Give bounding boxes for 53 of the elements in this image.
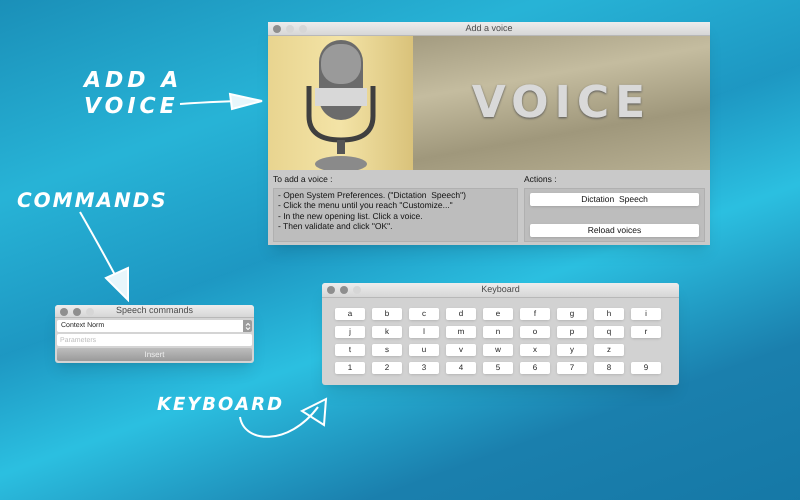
key-button[interactable]: w [483, 344, 513, 356]
instruction-text: - In the new opening list. Click a voice. [278, 210, 424, 222]
key-button[interactable]: d [446, 308, 476, 320]
handwritten-label: ADD A [84, 68, 182, 94]
key-button[interactable]: q [594, 326, 624, 338]
key-button[interactable]: 1 [335, 362, 365, 374]
key-button[interactable]: 8 [594, 362, 624, 374]
key-button[interactable]: g [557, 308, 587, 320]
key-button[interactable]: n [483, 326, 513, 338]
key-button[interactable]: b [372, 308, 402, 320]
instruction-text: - Click the menu until you reach "Customize..." [278, 200, 454, 211]
key-button[interactable]: 6 [520, 362, 550, 374]
key-button[interactable]: c [409, 308, 439, 320]
key-button[interactable]: i [631, 308, 661, 320]
banner-title: VOICE [472, 76, 652, 130]
key-button[interactable]: o [520, 326, 550, 338]
key-button[interactable]: v [446, 344, 476, 356]
window-title: Speech commands [116, 305, 194, 318]
key-button[interactable]: u [409, 344, 439, 356]
key-button[interactable]: e [483, 308, 513, 320]
key-button[interactable]: 5 [483, 362, 513, 374]
section-heading: To add a voice : [273, 173, 334, 186]
action-button[interactable]: Dictation Speech [530, 192, 699, 206]
key-button[interactable]: l [409, 326, 439, 338]
stepper-icon [243, 320, 252, 332]
key-button[interactable]: h [594, 308, 624, 320]
window-title: Keyboard [481, 283, 520, 296]
key-button[interactable]: f [520, 308, 550, 320]
key-button[interactable]: r [631, 326, 661, 338]
key-button[interactable]: s [372, 344, 402, 356]
key-button[interactable]: 9 [631, 362, 661, 374]
key-button[interactable]: m [446, 326, 476, 338]
key-button[interactable]: 4 [446, 362, 476, 374]
key-button[interactable]: y [557, 344, 587, 356]
handwritten-label: KEYBOARD [157, 394, 284, 416]
key-button[interactable]: z [594, 344, 624, 356]
section-heading: Actions : [524, 173, 558, 186]
key-button[interactable]: a [335, 308, 365, 320]
key-button[interactable]: t [335, 344, 365, 356]
key-button[interactable]: 7 [557, 362, 587, 374]
instruction-text: - Then validate and click "OK". [278, 221, 394, 232]
handwritten-label: COMMANDS [17, 188, 168, 212]
key-button[interactable]: k [372, 326, 402, 338]
handwritten-label: VOICE [84, 94, 180, 120]
action-button[interactable]: Reload voices [530, 224, 699, 237]
key-button[interactable]: p [557, 326, 587, 338]
window-title: Add a voice [465, 22, 513, 35]
key-button[interactable]: 3 [409, 362, 439, 374]
arrow-icon [178, 92, 264, 112]
key-button[interactable]: x [520, 344, 550, 356]
key-button[interactable]: 2 [372, 362, 402, 374]
key-button[interactable]: j [335, 326, 365, 338]
instruction-text: - Open System Preferences. ("Dictation Speech") [278, 190, 467, 200]
